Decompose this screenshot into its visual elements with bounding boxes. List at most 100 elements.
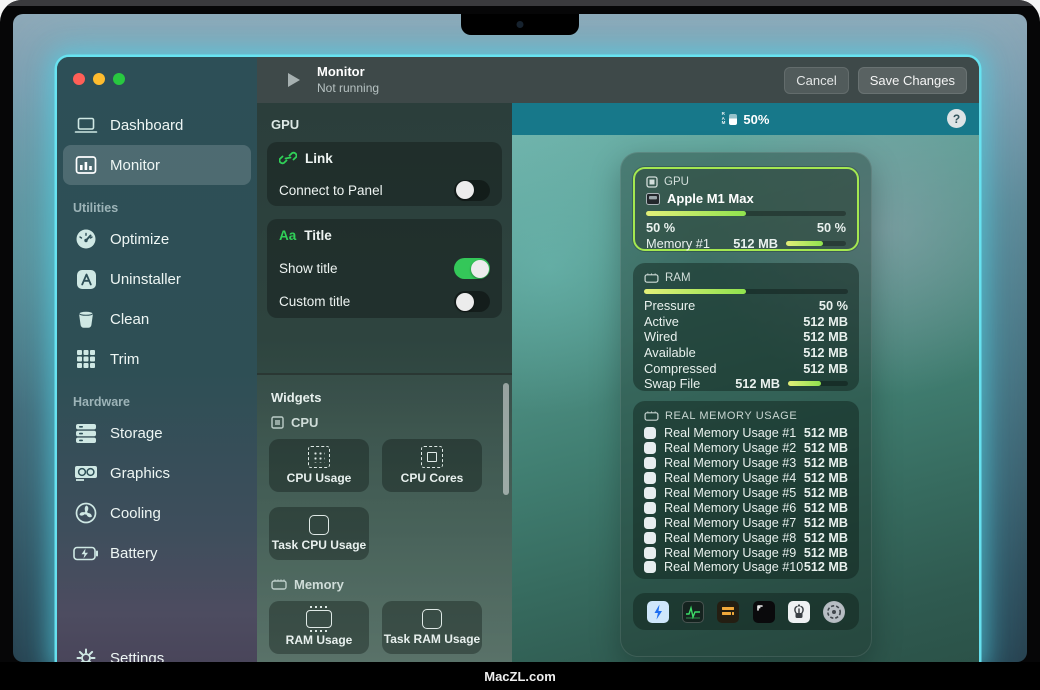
ram-usage-icon xyxy=(306,610,332,628)
ram-widget-header: RAM xyxy=(644,272,848,284)
ram-widget-title: RAM xyxy=(665,272,691,284)
titlebar-buttons: Cancel Save Changes xyxy=(784,67,967,94)
activity-app-icon[interactable] xyxy=(682,601,704,623)
gpu-usage-right: 50 % xyxy=(817,220,846,235)
swap-value: 512 MB xyxy=(735,376,780,391)
fan-app-icon[interactable] xyxy=(823,601,845,623)
sidebar-item-dashboard[interactable]: Dashboard xyxy=(63,105,251,145)
save-changes-button[interactable]: Save Changes xyxy=(858,67,967,94)
sidebar-item-storage[interactable]: Storage xyxy=(63,413,251,453)
custom-title-row: Custom title xyxy=(267,285,502,318)
ram-widget[interactable]: RAM Pressure 50 % Active 512 MB xyxy=(633,263,859,391)
gpu-widget[interactable]: GPU Apple M1 Max 50 % 50 % xyxy=(633,167,859,251)
widgets-title: Widgets xyxy=(271,390,512,405)
text-format-icon: Aa xyxy=(279,228,296,243)
link-card-header: Link xyxy=(267,142,502,174)
close-window-button[interactable] xyxy=(73,73,85,85)
app-tile-icon xyxy=(644,561,656,573)
help-button[interactable]: ? xyxy=(947,109,966,128)
sidebar-item-settings[interactable]: Settings xyxy=(63,638,251,662)
widget-card-ram-usage[interactable]: RAM Usage xyxy=(269,601,369,654)
status-text: Not running xyxy=(317,81,379,96)
dock-widget[interactable] xyxy=(633,593,859,630)
sidebar-item-monitor[interactable]: Monitor xyxy=(63,145,251,185)
sidebar-item-clean[interactable]: Clean xyxy=(63,299,251,339)
gpu-widget-title: GPU xyxy=(664,176,689,188)
sidebar-item-cooling[interactable]: Cooling xyxy=(63,493,251,533)
connect-to-panel-row: Connect to Panel xyxy=(267,174,502,206)
sidebar-item-label: Settings xyxy=(110,650,164,663)
toggle-knob xyxy=(456,181,474,199)
real-memory-row: Real Memory Usage #3512 MB xyxy=(644,456,848,471)
swap-minibar xyxy=(788,381,848,386)
title-card-title: Title xyxy=(304,228,332,243)
cancel-button[interactable]: Cancel xyxy=(784,67,848,94)
device-app-icon[interactable] xyxy=(788,601,810,623)
ram-level-icon: R A M xyxy=(722,112,738,126)
show-title-row: Show title xyxy=(267,252,502,285)
gpu-card-icon xyxy=(73,462,99,484)
real-memory-title: REAL MEMORY USAGE xyxy=(665,410,797,422)
sidebar-item-label: Uninstaller xyxy=(110,271,181,288)
sidebar: Dashboard Monitor Utilities Optimize xyxy=(57,57,258,662)
memory-group-header: Memory xyxy=(271,577,512,592)
cpu-cores-icon xyxy=(421,446,443,468)
play-icon[interactable] xyxy=(288,73,300,87)
ram-pressure-bar xyxy=(644,289,848,294)
widgets-section: Widgets CPU CPU Usage CPU Cores xyxy=(257,373,512,662)
gpu-device-name: Apple M1 Max xyxy=(667,191,754,206)
window-controls xyxy=(73,73,125,85)
lightning-app-icon[interactable] xyxy=(647,601,669,623)
connect-to-panel-toggle[interactable] xyxy=(454,180,490,201)
real-memory-row: Real Memory Usage #5512 MB xyxy=(644,486,848,501)
app-tile-icon xyxy=(644,472,656,484)
show-title-toggle[interactable] xyxy=(454,258,490,279)
grid-icon xyxy=(73,348,99,370)
cpu-group-label: CPU xyxy=(291,415,318,430)
sidebar-item-trim[interactable]: Trim xyxy=(63,339,251,379)
sidebar-item-uninstaller[interactable]: Uninstaller xyxy=(63,259,251,299)
monitor-panel-preview: GPU Apple M1 Max 50 % 50 % xyxy=(620,152,872,657)
real-memory-row: Real Memory Usage #2512 MB xyxy=(644,441,848,456)
gpu-icon xyxy=(646,176,658,188)
sidebar-item-label: Cooling xyxy=(110,505,161,522)
real-memory-widget[interactable]: REAL MEMORY USAGE Real Memory Usage #151… xyxy=(633,401,859,579)
battery-bolt-icon xyxy=(73,542,99,564)
gpu-memory-row: Memory #1 512 MB xyxy=(646,236,846,252)
settings-panel: GPU Link Connect to Panel xyxy=(257,103,513,662)
app-tile-icon xyxy=(644,517,656,529)
sidebar-item-label: Graphics xyxy=(110,465,170,482)
sidebar-item-battery[interactable]: Battery xyxy=(63,533,251,573)
widget-card-cpu-usage[interactable]: CPU Usage xyxy=(269,439,369,492)
cpu-group-header: CPU xyxy=(271,415,512,430)
scrollbar[interactable] xyxy=(503,383,509,495)
widget-card-task-cpu-usage[interactable]: Task CPU Usage xyxy=(269,507,369,560)
widget-card-cpu-cores[interactable]: CPU Cores xyxy=(382,439,482,492)
memory-chip-icon xyxy=(644,411,659,422)
app-window: Dashboard Monitor Utilities Optimize xyxy=(57,57,979,662)
terminal-stats-app-icon[interactable] xyxy=(717,601,739,623)
swap-label: Swap File xyxy=(644,376,700,391)
sidebar-item-optimize[interactable]: Optimize xyxy=(63,219,251,259)
preview-panel: R A M 50% ? xyxy=(512,103,979,662)
gpu-memory-value: 512 MB xyxy=(733,236,778,251)
custom-title-toggle[interactable] xyxy=(454,291,490,312)
page-title: Monitor xyxy=(317,64,379,80)
panel-level-strip: R A M 50% ? xyxy=(512,103,979,135)
zoom-window-button[interactable] xyxy=(113,73,125,85)
gpu-memory-label: Memory #1 xyxy=(646,236,710,251)
appstore-a-icon xyxy=(73,268,99,290)
gpu-usage-left: 50 % xyxy=(646,220,675,235)
link-icon xyxy=(279,151,297,165)
sidebar-item-label: Clean xyxy=(110,311,149,328)
minimize-window-button[interactable] xyxy=(93,73,105,85)
app-tile-icon xyxy=(644,457,656,469)
real-memory-header: REAL MEMORY USAGE xyxy=(644,410,848,422)
fan-icon xyxy=(73,502,99,524)
real-memory-row: Real Memory Usage #1512 MB xyxy=(644,426,848,441)
widget-card-task-ram-usage[interactable]: Task RAM Usage xyxy=(382,601,482,654)
sidebar-item-graphics[interactable]: Graphics xyxy=(63,453,251,493)
ram-letters: R A M xyxy=(722,112,726,126)
key-app-icon[interactable] xyxy=(753,601,775,623)
ram-row: Available 512 MB xyxy=(644,345,848,361)
